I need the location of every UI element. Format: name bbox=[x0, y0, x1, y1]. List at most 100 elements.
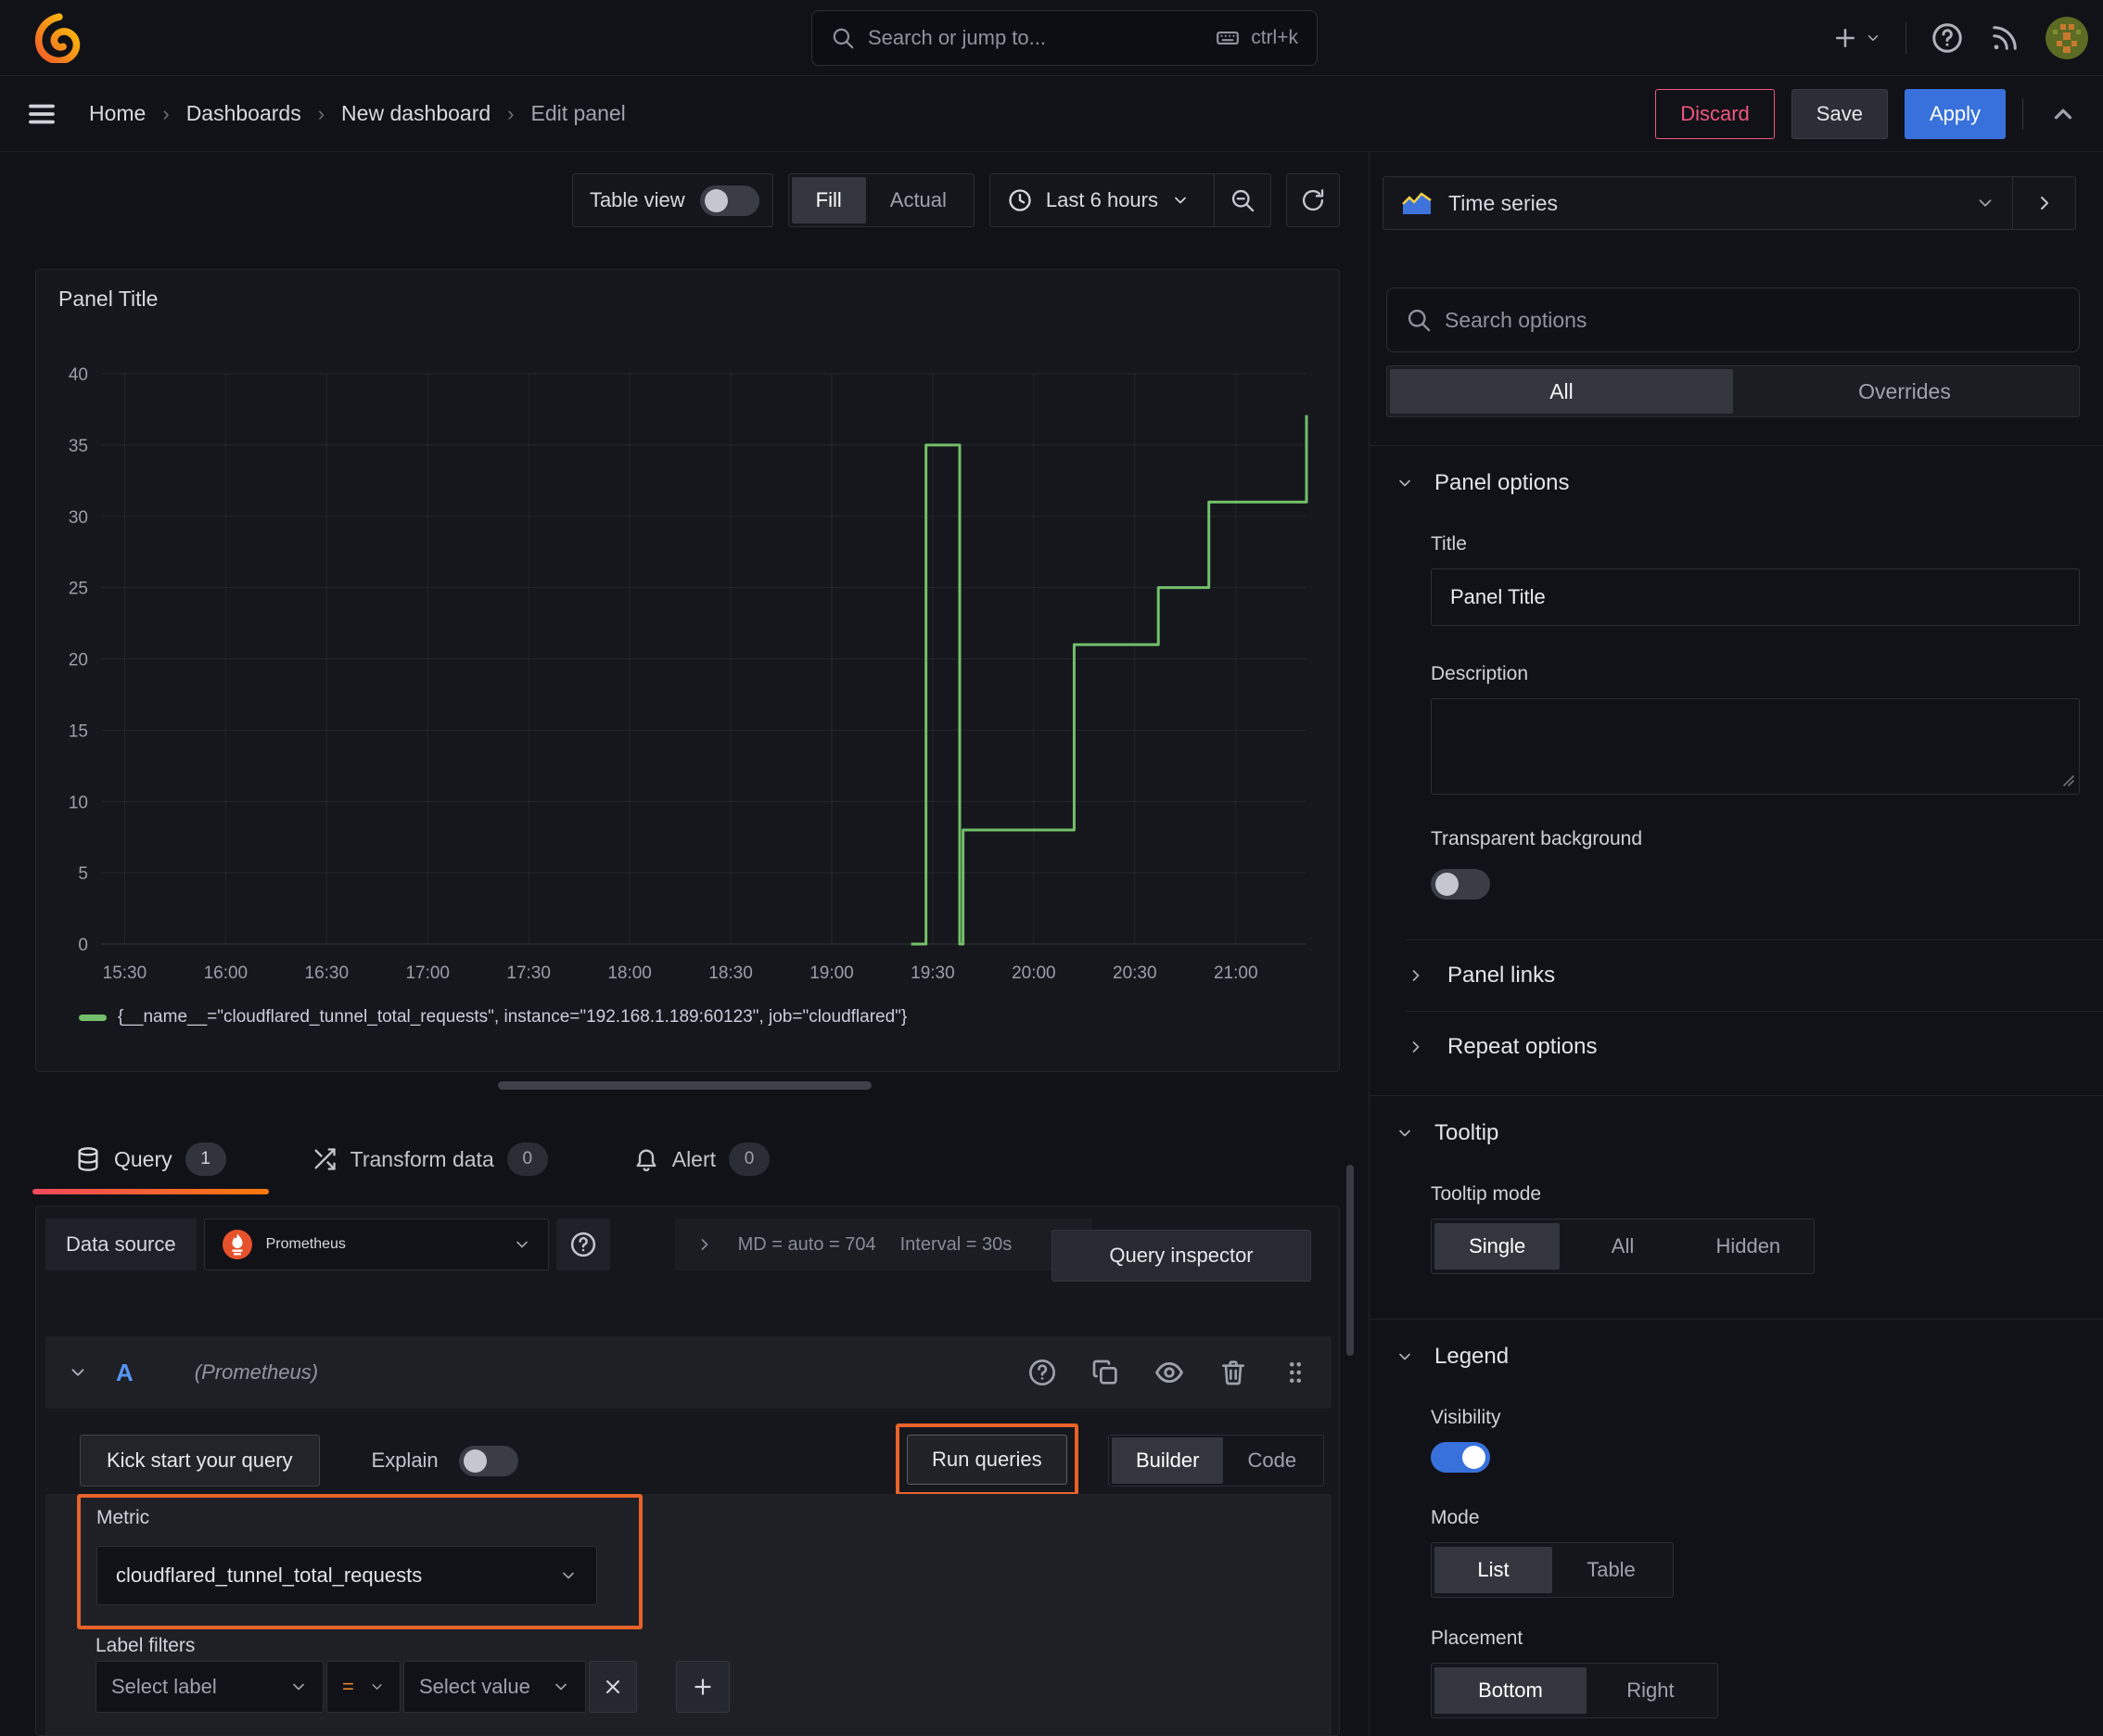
builder-code-group: Builder Code bbox=[1108, 1435, 1325, 1487]
tab-all[interactable]: All bbox=[1390, 369, 1733, 414]
data-source-picker[interactable]: Prometheus bbox=[203, 1219, 549, 1270]
database-icon bbox=[78, 1147, 98, 1171]
drag-query-icon[interactable] bbox=[1281, 1359, 1309, 1386]
operator-dropdown[interactable]: = bbox=[326, 1661, 401, 1713]
svg-text:0: 0 bbox=[78, 936, 88, 955]
tab-alert[interactable]: Alert 0 bbox=[591, 1124, 812, 1194]
hamburger-icon bbox=[29, 104, 55, 123]
transform-icon bbox=[314, 1148, 336, 1170]
time-series-chart[interactable]: 0 5 10 15 20 25 30 35 40 15:30 16:00 16:30 17:00 17:3… bbox=[36, 344, 1339, 993]
panel-options-header[interactable]: Panel options bbox=[1370, 446, 2103, 505]
keyboard-icon bbox=[1217, 31, 1240, 45]
divider bbox=[1905, 22, 1906, 54]
shortcut-hint: ctrl+k bbox=[1214, 26, 1298, 50]
panel-preview: Panel Title 0 5 10 15 20 25 30 35 40 15:30 16:00 16… bbox=[35, 269, 1340, 1072]
tooltip-header[interactable]: Tooltip bbox=[1370, 1096, 2103, 1155]
breadcrumb-separator: › bbox=[317, 101, 325, 125]
tab-overrides[interactable]: Overrides bbox=[1733, 369, 2076, 414]
builder-option[interactable]: Builder bbox=[1112, 1437, 1224, 1484]
kickstart-button[interactable]: Kick start your query bbox=[80, 1435, 320, 1487]
fill-option[interactable]: Fill bbox=[791, 177, 866, 223]
visualization-select[interactable]: Time series bbox=[1383, 177, 2012, 229]
code-option[interactable]: Code bbox=[1223, 1437, 1320, 1484]
svg-text:21:00: 21:00 bbox=[1214, 964, 1258, 983]
breadcrumb-dashboards[interactable]: Dashboards bbox=[186, 101, 301, 126]
tooltip-title: Tooltip bbox=[1434, 1120, 1499, 1145]
save-button[interactable]: Save bbox=[1791, 88, 1888, 139]
options-search[interactable] bbox=[1386, 287, 2080, 352]
resize-grip-icon[interactable] bbox=[2060, 772, 2075, 787]
repeat-options-section[interactable]: Repeat options bbox=[1407, 1011, 2103, 1082]
transparent-background-toggle[interactable] bbox=[1431, 869, 1490, 900]
tab-transform[interactable]: Transform data 0 bbox=[269, 1124, 591, 1194]
panel-resize-handle[interactable] bbox=[498, 1081, 872, 1090]
chevron-down-icon bbox=[1867, 35, 1879, 41]
time-series-icon bbox=[1402, 192, 1432, 214]
select-value-dropdown[interactable]: Select value bbox=[403, 1661, 586, 1713]
options-search-input[interactable] bbox=[1445, 307, 2060, 333]
tooltip-single-option[interactable]: Single bbox=[1434, 1223, 1561, 1270]
toggle-viz-picker-button[interactable] bbox=[2012, 177, 2075, 229]
hide-query-icon[interactable] bbox=[1153, 1357, 1185, 1388]
run-queries-button[interactable]: Run queries bbox=[907, 1435, 1067, 1485]
description-textarea[interactable] bbox=[1431, 698, 2080, 795]
remove-filter-button[interactable] bbox=[589, 1661, 637, 1713]
close-icon bbox=[606, 1680, 619, 1693]
breadcrumb-new-dashboard[interactable]: New dashboard bbox=[341, 101, 491, 126]
placement-bottom-option[interactable]: Bottom bbox=[1434, 1667, 1587, 1714]
table-view-control: Table view bbox=[571, 173, 773, 227]
help-icon[interactable] bbox=[1931, 21, 1964, 55]
actual-option[interactable]: Actual bbox=[866, 177, 971, 223]
select-label-dropdown[interactable]: Select label bbox=[96, 1661, 324, 1713]
tooltip-hidden-option[interactable]: Hidden bbox=[1686, 1223, 1811, 1270]
grafana-logo[interactable] bbox=[33, 13, 83, 63]
chevron-down-icon bbox=[1175, 197, 1186, 204]
discard-button[interactable]: Discard bbox=[1655, 88, 1775, 139]
panel-links-section[interactable]: Panel links bbox=[1407, 939, 2103, 1011]
tab-query[interactable]: Query 1 bbox=[32, 1124, 269, 1194]
legend-body: Visibility Mode List Table Placement Bot… bbox=[1370, 1379, 2103, 1736]
query-options-summary[interactable]: MD = auto = 704 Interval = 30s bbox=[674, 1219, 1092, 1270]
chevron-down-icon bbox=[516, 1241, 528, 1248]
legend-visibility-toggle[interactable] bbox=[1431, 1442, 1490, 1473]
query-inspector-button[interactable]: Query inspector bbox=[1052, 1230, 1311, 1282]
data-source-help-button[interactable] bbox=[555, 1219, 610, 1270]
delete-query-icon[interactable] bbox=[1218, 1358, 1248, 1387]
metric-select[interactable]: cloudflared_tunnel_total_requests bbox=[96, 1546, 597, 1605]
legend-series-name[interactable]: {__name__="cloudflared_tunnel_total_requ… bbox=[118, 1007, 907, 1028]
query-row-actions bbox=[1027, 1357, 1309, 1388]
query-toolbar: Kick start your query Explain Run querie… bbox=[45, 1423, 1332, 1496]
duplicate-query-icon[interactable] bbox=[1090, 1358, 1120, 1387]
add-button[interactable] bbox=[1831, 24, 1881, 52]
add-filter-button[interactable] bbox=[676, 1661, 730, 1713]
zoom-out-button[interactable] bbox=[1214, 174, 1270, 226]
global-search-input[interactable] bbox=[868, 26, 1215, 50]
table-view-toggle[interactable] bbox=[699, 185, 759, 216]
query-ref-id[interactable]: A bbox=[116, 1359, 134, 1387]
svg-text:19:30: 19:30 bbox=[911, 964, 955, 983]
user-avatar[interactable] bbox=[2046, 17, 2088, 59]
breadcrumb-home[interactable]: Home bbox=[89, 101, 146, 126]
collapse-query-icon[interactable] bbox=[68, 1362, 88, 1383]
menu-button[interactable] bbox=[26, 98, 57, 130]
legend-swatch[interactable] bbox=[79, 1014, 107, 1021]
global-search[interactable]: ctrl+k bbox=[811, 10, 1318, 66]
apply-button[interactable]: Apply bbox=[1904, 88, 2006, 139]
time-range-picker[interactable]: Last 6 hours bbox=[988, 173, 1271, 227]
table-view-label: Table view bbox=[589, 188, 685, 211]
refresh-button[interactable] bbox=[1286, 173, 1340, 227]
legend-header[interactable]: Legend bbox=[1370, 1320, 2103, 1379]
panel-title-input[interactable] bbox=[1431, 568, 2080, 626]
legend-list-option[interactable]: List bbox=[1434, 1547, 1552, 1593]
explain-toggle[interactable] bbox=[458, 1445, 518, 1476]
collapse-options-icon[interactable] bbox=[2049, 100, 2077, 128]
tooltip-all-option[interactable]: All bbox=[1560, 1223, 1685, 1270]
title-label: Title bbox=[1431, 533, 1467, 555]
query-help-icon[interactable] bbox=[1027, 1358, 1057, 1387]
data-source-name: Prometheus bbox=[265, 1236, 346, 1252]
placement-right-option[interactable]: Right bbox=[1587, 1667, 1714, 1714]
scrollbar-thumb[interactable] bbox=[1346, 1165, 1354, 1356]
panel-view-controls: Table view Fill Actual Last 6 hours bbox=[35, 172, 1340, 228]
legend-table-option[interactable]: Table bbox=[1552, 1547, 1670, 1593]
news-icon[interactable] bbox=[1988, 21, 2021, 55]
